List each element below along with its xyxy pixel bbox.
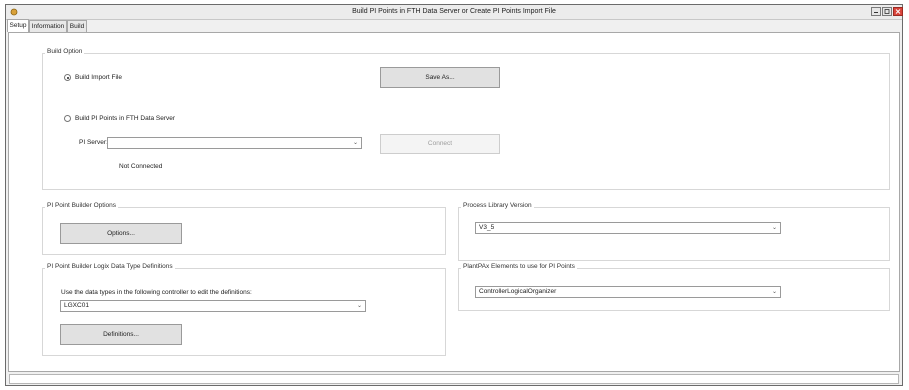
setup-panel: Build Option Build Import File Save As..… — [8, 32, 900, 372]
minimize-button[interactable] — [871, 7, 881, 16]
chevron-down-icon: ⌄ — [352, 140, 358, 146]
build-option-label: Build Option — [45, 48, 85, 55]
plantpax-dropdown[interactable]: ControllerLogicalOrganizer ⌄ — [475, 286, 781, 298]
window-title: Build PI Points in FTH Data Server or Cr… — [352, 8, 556, 15]
close-icon — [895, 9, 901, 14]
status-bar — [9, 374, 899, 384]
chevron-down-icon: ⌄ — [356, 303, 362, 309]
maximize-button[interactable] — [882, 7, 892, 16]
definitions-button[interactable]: Definitions... — [60, 324, 182, 345]
build-server-label[interactable]: Build PI Points in FTH Data Server — [75, 115, 175, 122]
chevron-down-icon: ⌄ — [771, 225, 777, 231]
options-button[interactable]: Options... — [60, 223, 182, 244]
logix-defs-instruction: Use the data types in the following cont… — [61, 289, 252, 296]
maximize-icon — [884, 9, 890, 14]
minimize-icon — [874, 12, 878, 13]
tab-information[interactable]: Information — [29, 20, 67, 32]
process-library-dropdown[interactable]: V3_5 ⌄ — [475, 222, 781, 234]
radio-selected-dot — [66, 76, 69, 79]
process-library-group — [458, 207, 890, 261]
title-bar: Build PI Points in FTH Data Server or Cr… — [6, 5, 903, 20]
plantpax-value: ControllerLogicalOrganizer — [479, 288, 557, 295]
connection-status: Not Connected — [119, 163, 163, 170]
connect-button[interactable]: Connect — [380, 134, 500, 154]
process-library-label: Process Library Version — [461, 202, 534, 209]
builder-options-label: PI Point Builder Options — [45, 202, 119, 209]
plantpax-label: PlantPAx Elements to use for PI Points — [461, 263, 577, 270]
chevron-down-icon: ⌄ — [771, 289, 777, 295]
close-button[interactable] — [893, 7, 903, 16]
controller-dropdown[interactable]: LGXC01 ⌄ — [60, 300, 366, 312]
logix-defs-label: PI Point Builder Logix Data Type Definit… — [45, 263, 175, 270]
pi-server-label: PI Server: — [79, 139, 108, 146]
process-library-value: V3_5 — [479, 224, 495, 231]
pi-server-dropdown[interactable]: ⌄ — [107, 137, 362, 149]
build-import-radio[interactable] — [64, 74, 71, 81]
build-import-label[interactable]: Build Import File — [75, 74, 122, 81]
build-server-radio[interactable] — [64, 115, 71, 122]
save-as-button[interactable]: Save As... — [380, 67, 500, 88]
tab-build[interactable]: Build — [67, 20, 87, 32]
controller-value: LGXC01 — [64, 302, 89, 309]
tab-setup[interactable]: Setup — [7, 19, 29, 32]
app-window: Build PI Points in FTH Data Server or Cr… — [5, 4, 903, 386]
